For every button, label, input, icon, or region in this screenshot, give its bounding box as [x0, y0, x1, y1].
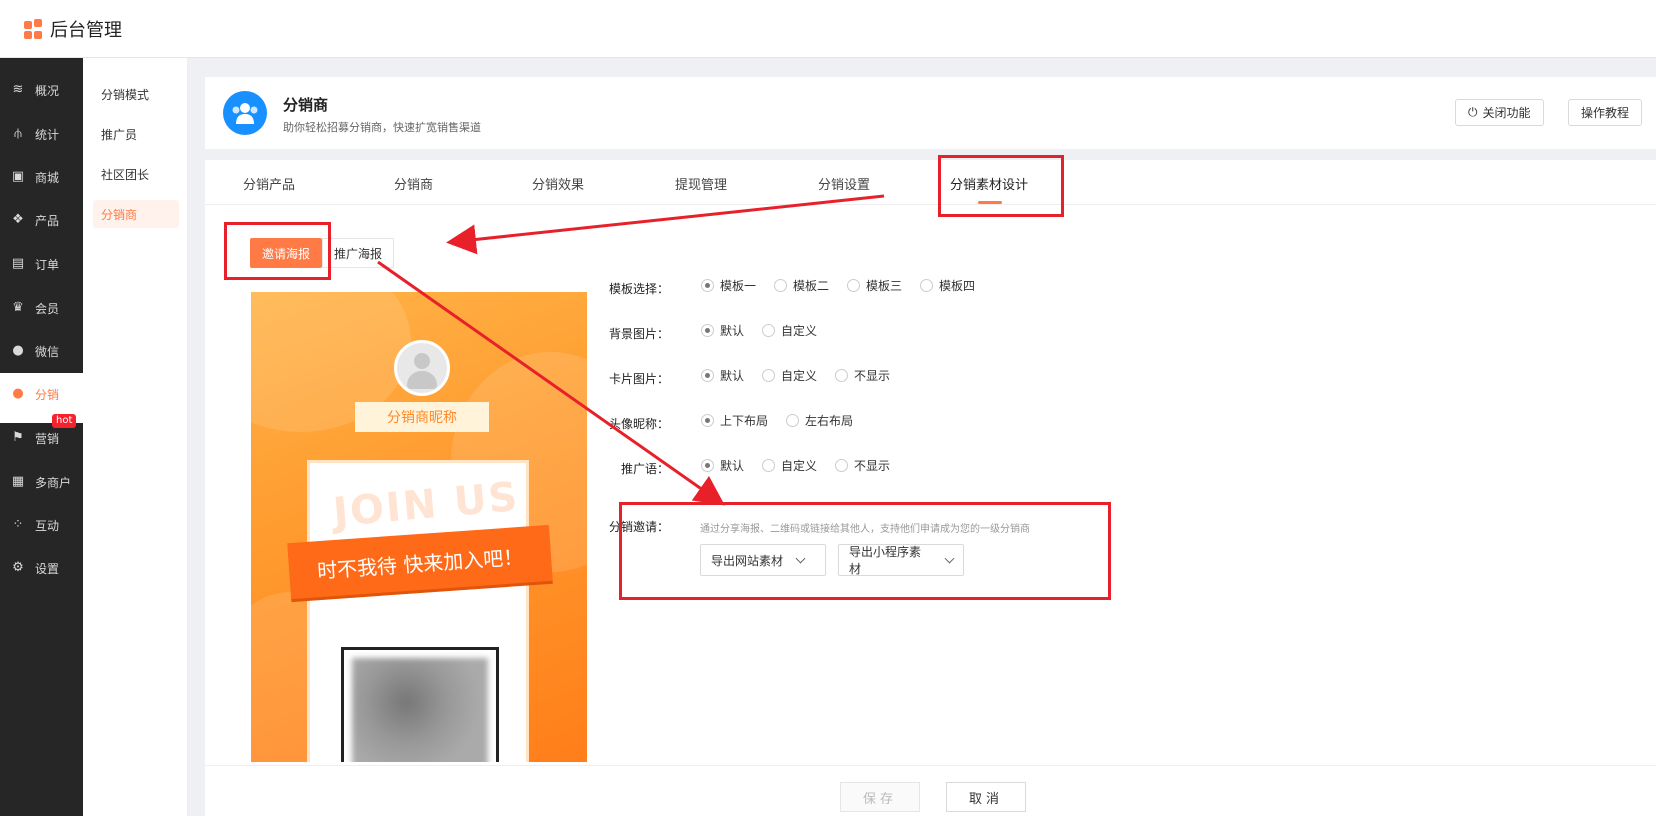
sidebar-item-0[interactable]: ≋ 概况 — [0, 70, 83, 110]
page-subtitle: 助你轻松招募分销商，快速扩宽销售渠道 — [283, 121, 481, 134]
poster-preview: 分销商昵称 JOIN US 时不我待 快来加入吧！ — [251, 292, 587, 762]
submenu-item-promoter[interactable]: 推广员 — [93, 120, 179, 148]
radio-template-1[interactable]: 模板一 — [701, 277, 756, 294]
shop-icon: ▣ — [11, 169, 25, 184]
footer-bar: 保存 取消 — [205, 765, 1656, 816]
tutorial-button[interactable]: 操作教程 — [1568, 99, 1643, 126]
avatar-options: 上下布局 左右布局 — [701, 412, 871, 429]
avatar-label: 头像昵称： — [608, 417, 669, 431]
radio-slogan-default[interactable]: 默认 — [701, 457, 744, 474]
crown-icon: ♛ — [12, 300, 24, 315]
gear-icon: ⚙ — [12, 560, 24, 575]
page-title: 分销商 — [283, 96, 329, 114]
radio-card-default[interactable]: 默认 — [701, 367, 744, 384]
poster-avatar — [394, 340, 450, 396]
sidebar-item-label: 多商户 — [35, 475, 72, 490]
template-options: 模板一 模板二 模板三 模板四 — [701, 277, 993, 294]
radio-bg-default[interactable]: 默认 — [701, 322, 744, 339]
sidebar-item-2[interactable]: ▣ 商城 — [0, 157, 83, 197]
card-options: 默认 自定义 不显示 — [701, 367, 908, 384]
main-card: 分销产品 分销商 分销效果 提现管理 分销设置 分销素材设计 邀请海报 推广海报… — [205, 160, 1656, 816]
user-icon: ● — [12, 386, 24, 401]
sidebar-item-4[interactable]: ▤ 订单 — [0, 244, 83, 284]
sidebar-item-label: 互动 — [35, 518, 60, 533]
top-bar: 后台管理 — [0, 0, 1656, 58]
wechat-icon: ● — [12, 343, 24, 358]
sidebar-item-label: 商城 — [35, 170, 60, 185]
submenu-item-mode[interactable]: 分销模式 — [93, 80, 179, 108]
distributor-group-icon — [223, 91, 267, 135]
background-options: 默认 自定义 — [701, 322, 835, 339]
annotation-box-subtab — [224, 222, 331, 280]
sidebar-item-label: 统计 — [35, 127, 60, 142]
radio-slogan-custom[interactable]: 自定义 — [762, 457, 817, 474]
sidebar-item-6[interactable]: ● 微信 — [0, 331, 83, 371]
radio-avatar-horizontal[interactable]: 左右布局 — [786, 412, 853, 429]
close-feature-button[interactable]: ⏻ 关闭功能 — [1455, 99, 1544, 126]
radio-avatar-vertical[interactable]: 上下布局 — [701, 412, 768, 429]
grid-icon: ❖ — [12, 212, 24, 227]
submenu-item-distributor[interactable]: 分销商 — [93, 200, 179, 228]
radio-slogan-hide[interactable]: 不显示 — [835, 457, 890, 474]
slogan-options: 默认 自定义 不显示 — [701, 457, 908, 474]
radio-bg-custom[interactable]: 自定义 — [762, 322, 817, 339]
sidebar-item-label: 营销 — [35, 431, 60, 446]
sidebar-item-1[interactable]: ⫛ 统计 — [0, 114, 83, 154]
sidebar-item-label: 微信 — [35, 344, 60, 359]
sidebar-item-5[interactable]: ♛ 会员 — [0, 288, 83, 328]
radio-card-hide[interactable]: 不显示 — [835, 367, 890, 384]
cancel-button[interactable]: 取消 — [946, 782, 1026, 812]
background-label: 背景图片： — [608, 327, 669, 341]
tab-bar: 分销产品 分销商 分销效果 提现管理 分销设置 分销素材设计 — [205, 160, 1656, 205]
tab-distributors[interactable]: 分销商 — [394, 174, 433, 193]
poster-nickname: 分销商昵称 — [355, 402, 489, 432]
layers-icon: ≋ — [12, 82, 24, 97]
sidebar-item-label: 分销 — [35, 387, 60, 402]
sidebar-item-label: 设置 — [35, 561, 60, 576]
submenu-item-leader[interactable]: 社区团长 — [93, 160, 179, 188]
sidebar-item-label: 产品 — [35, 213, 60, 228]
power-icon: ⏻ — [1468, 105, 1478, 119]
sidebar-item-11[interactable]: ⚙ 设置 — [0, 548, 83, 588]
store-icon: ▦ — [11, 474, 25, 489]
radio-template-3[interactable]: 模板三 — [847, 277, 902, 294]
slogan-label: 推广语： — [620, 462, 669, 476]
qr-code — [341, 647, 499, 762]
radio-template-2[interactable]: 模板二 — [774, 277, 829, 294]
chart-icon: ⫛ — [14, 126, 22, 141]
apps-icon: ⁘ — [12, 517, 24, 532]
template-label: 模板选择： — [608, 282, 669, 296]
sidebar-item-label: 会员 — [35, 301, 60, 316]
tab-withdraw[interactable]: 提现管理 — [675, 174, 727, 193]
annotation-box-tab — [938, 155, 1064, 217]
sidebar-item-10[interactable]: ⁘ 互动 — [0, 505, 83, 545]
close-feature-label: 关闭功能 — [1482, 106, 1531, 120]
sidebar-item-label: 概况 — [35, 83, 60, 98]
hot-badge: hot — [52, 414, 77, 428]
tab-products[interactable]: 分销产品 — [243, 174, 295, 193]
tab-settings[interactable]: 分销设置 — [818, 174, 870, 193]
sidebar-item-7[interactable]: ● 分销 — [0, 374, 83, 414]
card-label: 卡片图片： — [608, 372, 669, 386]
radio-template-4[interactable]: 模板四 — [920, 277, 975, 294]
annotation-box-invite — [619, 502, 1111, 600]
sidebar-item-label: 订单 — [35, 257, 60, 272]
sidebar-item-3[interactable]: ❖ 产品 — [0, 200, 83, 240]
radio-card-custom[interactable]: 自定义 — [762, 367, 817, 384]
save-button[interactable]: 保存 — [840, 782, 920, 812]
subtab-promo-poster[interactable]: 推广海报 — [322, 238, 394, 268]
logo-icon — [24, 19, 44, 39]
flag-icon: ⚑ — [12, 430, 24, 445]
sidebar-item-9[interactable]: ▦ 多商户 — [0, 462, 83, 502]
order-icon: ▤ — [11, 256, 25, 271]
tab-effect[interactable]: 分销效果 — [532, 174, 584, 193]
logo[interactable]: 后台管理 — [24, 16, 122, 42]
header-card: 分销商 助你轻松招募分销商，快速扩宽销售渠道 ⏻ 关闭功能 操作教程 — [205, 77, 1656, 149]
submenu: 分销模式 推广员 社区团长 分销商 — [83, 58, 188, 816]
app-title: 后台管理 — [50, 20, 122, 41]
